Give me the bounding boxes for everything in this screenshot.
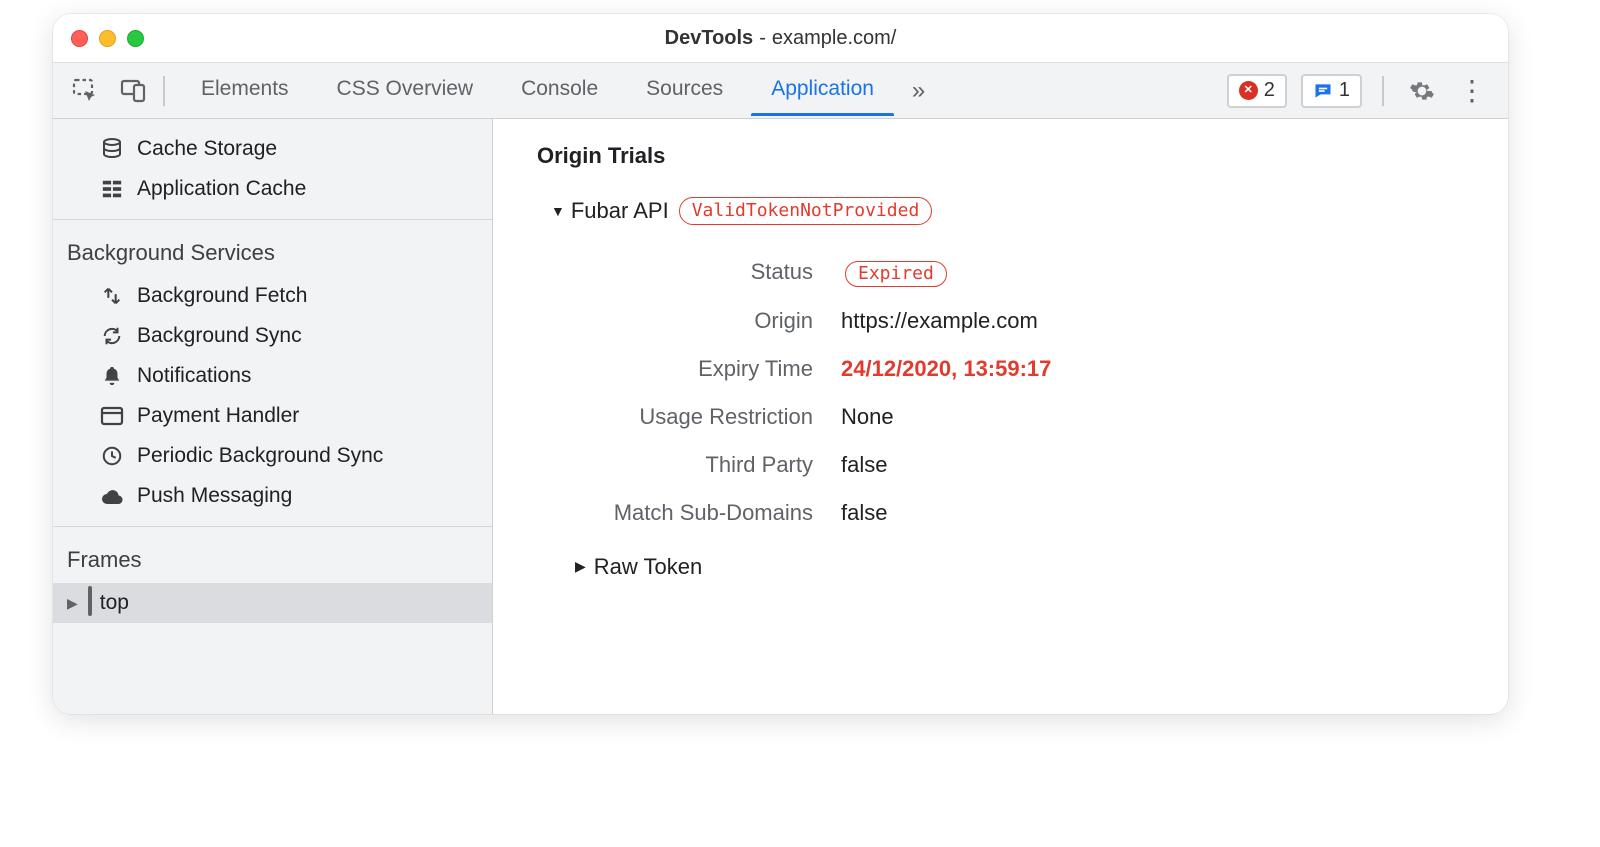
sidebar-heading-frames: Frames — [53, 533, 492, 583]
sidebar-item-label: top — [100, 591, 129, 615]
label-status: Status — [493, 259, 813, 285]
errors-counter[interactable]: 2 — [1227, 74, 1287, 108]
toolbar-left — [61, 63, 171, 118]
grid-icon — [99, 176, 125, 202]
settings-button[interactable] — [1404, 73, 1440, 109]
toolbar-divider-right — [1382, 76, 1384, 106]
tab-application[interactable]: Application — [747, 63, 898, 118]
error-icon — [1239, 81, 1258, 100]
trial-token-badge: ValidTokenNotProvided — [679, 197, 933, 225]
errors-count: 2 — [1264, 79, 1275, 102]
zoom-window-button[interactable] — [127, 30, 144, 47]
close-window-button[interactable] — [71, 30, 88, 47]
value-third-party: false — [841, 452, 1508, 478]
sidebar-group-background-services: Background Services Background Fetch Bac… — [53, 220, 492, 527]
device-icon — [119, 77, 147, 105]
status-badge: Expired — [845, 261, 947, 287]
sidebar-item-notifications[interactable]: Notifications — [53, 356, 492, 396]
label-origin: Origin — [493, 308, 813, 334]
frame-icon — [88, 591, 92, 615]
value-match-sub-domains: false — [841, 500, 1508, 526]
sidebar-item-label: Periodic Background Sync — [137, 444, 383, 468]
sidebar-item-label: Background Fetch — [137, 284, 307, 308]
label-third-party: Third Party — [493, 452, 813, 478]
cycle-icon — [99, 323, 125, 349]
value-usage-restriction: None — [841, 404, 1508, 430]
sidebar-item-label: Background Sync — [137, 324, 302, 348]
label-usage-restriction: Usage Restriction — [493, 404, 813, 430]
toolbar: Elements CSS Overview Console Sources Ap… — [53, 63, 1508, 119]
raw-token-row[interactable]: ▶ Raw Token — [493, 526, 1508, 580]
more-options-button[interactable]: ⋮ — [1454, 73, 1490, 109]
kebab-icon: ⋮ — [1458, 74, 1486, 107]
application-sidebar: Cache Storage Application Cache Backgrou… — [53, 119, 493, 714]
more-tabs-button[interactable]: » — [898, 63, 939, 118]
label-match-sub-domains: Match Sub-Domains — [493, 500, 813, 526]
message-icon — [1313, 81, 1333, 101]
minimize-window-button[interactable] — [99, 30, 116, 47]
sidebar-item-label: Push Messaging — [137, 484, 292, 508]
title-bar: DevTools - example.com/ — [53, 14, 1508, 63]
messages-count: 1 — [1339, 79, 1350, 102]
sidebar-group-frames: Frames ▶ top — [53, 527, 492, 714]
sidebar-item-frame-top[interactable]: ▶ top — [53, 583, 492, 623]
sidebar-item-periodic-background-sync[interactable]: Periodic Background Sync — [53, 436, 492, 476]
clock-icon — [99, 443, 125, 469]
section-title-origin-trials: Origin Trials — [493, 137, 1508, 197]
label-expiry-time: Expiry Time — [493, 356, 813, 382]
tab-elements[interactable]: Elements — [177, 63, 313, 118]
inspect-element-button[interactable] — [61, 63, 109, 118]
main-content: Origin Trials ▼ Fubar API ValidTokenNotP… — [493, 119, 1508, 714]
sidebar-item-cache-storage[interactable]: Cache Storage — [53, 129, 492, 169]
sidebar-group-cache: Cache Storage Application Cache — [53, 119, 492, 220]
bell-icon — [99, 363, 125, 389]
sidebar-item-label: Cache Storage — [137, 137, 277, 161]
tab-sources[interactable]: Sources — [622, 63, 747, 118]
sidebar-item-background-fetch[interactable]: Background Fetch — [53, 276, 492, 316]
chevron-double-right-icon: » — [912, 77, 925, 105]
window-title: DevTools - example.com/ — [53, 27, 1508, 50]
value-status: Expired — [841, 259, 1508, 285]
value-expiry-time: 24/12/2020, 13:59:17 — [841, 356, 1508, 382]
sidebar-item-background-sync[interactable]: Background Sync — [53, 316, 492, 356]
toggle-device-button[interactable] — [109, 63, 157, 118]
toolbar-right: 2 1 ⋮ — [1227, 63, 1500, 118]
panel-tabs: Elements CSS Overview Console Sources Ap… — [177, 63, 939, 118]
window-title-app: DevTools — [665, 27, 754, 50]
sidebar-item-label: Payment Handler — [137, 404, 299, 428]
window-title-location: example.com/ — [772, 27, 897, 50]
origin-trial-row[interactable]: ▼ Fubar API ValidTokenNotProvided — [493, 197, 1508, 225]
sidebar-item-application-cache[interactable]: Application Cache — [53, 169, 492, 209]
trial-details: Status Expired Origin https://example.co… — [493, 225, 1508, 525]
sidebar-item-label: Notifications — [137, 364, 251, 388]
gear-icon — [1409, 78, 1435, 104]
messages-counter[interactable]: 1 — [1301, 74, 1362, 108]
devtools-window: DevTools - example.com/ — [53, 14, 1508, 714]
value-origin: https://example.com — [841, 308, 1508, 334]
disclosure-triangle-down-icon: ▼ — [551, 203, 565, 219]
cloud-icon — [99, 483, 125, 509]
tab-console[interactable]: Console — [497, 63, 622, 118]
inspect-icon — [71, 77, 99, 105]
disclosure-triangle-right-icon: ▶ — [575, 558, 586, 575]
sidebar-item-label: Application Cache — [137, 177, 306, 201]
updown-icon — [99, 283, 125, 309]
trial-name: Fubar API — [571, 198, 669, 224]
window-title-sep: - — [759, 27, 766, 50]
disclosure-triangle-icon: ▶ — [67, 595, 78, 612]
toolbar-divider — [163, 76, 165, 106]
sidebar-item-push-messaging[interactable]: Push Messaging — [53, 476, 492, 516]
window-controls — [71, 30, 144, 47]
db-icon — [99, 136, 125, 162]
sidebar-heading-background-services: Background Services — [53, 226, 492, 276]
card-icon — [99, 403, 125, 429]
raw-token-label: Raw Token — [594, 554, 702, 580]
tab-css-overview[interactable]: CSS Overview — [313, 63, 498, 118]
sidebar-item-payment-handler[interactable]: Payment Handler — [53, 396, 492, 436]
